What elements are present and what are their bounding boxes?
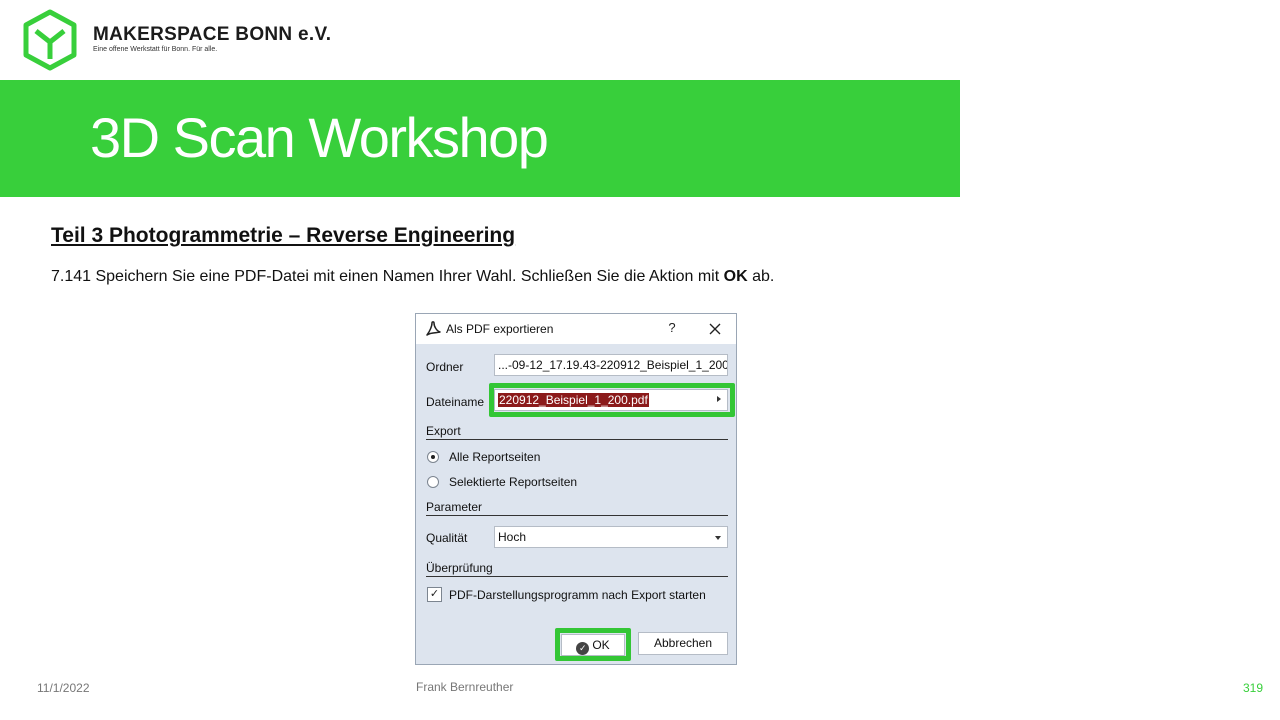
quality-select-value: Hoch (498, 530, 527, 544)
check-circle-icon: ✓ (576, 642, 590, 655)
brand-tagline: Eine offene Werkstatt für Bonn. Für alle… (93, 46, 218, 53)
ok-button-label: OK (592, 638, 610, 652)
open-viewer-checkbox[interactable]: ✓ (427, 587, 442, 602)
dialog-title: Als PDF exportieren (446, 322, 554, 336)
footer-author: Frank Bernreuther (416, 680, 514, 694)
brand-name: MAKERSPACE BONN e.V. (93, 24, 332, 45)
instruction-text-bold: OK (723, 268, 748, 285)
filename-input[interactable]: 220912_Beispiel_1_200.pdf (494, 389, 728, 411)
dialog-titlebar: Als PDF exportieren ? (416, 314, 736, 344)
instruction-text: 7.141 Speichern Sie eine PDF-Datei mit e… (51, 268, 774, 286)
radio-selected-pages[interactable] (427, 476, 439, 488)
slide-title: 3D Scan Workshop (90, 106, 549, 169)
quality-select[interactable]: Hoch (494, 526, 728, 548)
ok-button[interactable]: ✓ OK (561, 634, 625, 656)
folder-input[interactable]: ...-09-12_17.19.43-220912_Beispiel_1_200 (494, 354, 728, 376)
page-number: 319 (1243, 681, 1264, 695)
filename-selected-text: 220912_Beispiel_1_200.pdf (498, 393, 649, 407)
section-heading: Teil 3 Photogrammetrie – Reverse Enginee… (51, 224, 516, 247)
chevron-right-icon[interactable] (717, 396, 721, 402)
folder-label: Ordner (426, 360, 464, 374)
open-viewer-label[interactable]: PDF-Darstellungsprogramm nach Export sta… (449, 588, 706, 602)
close-icon[interactable] (704, 318, 726, 340)
instruction-text-start: 7.141 Speichern Sie eine PDF-Datei mit e… (51, 268, 724, 285)
export-group-label: Export (426, 424, 728, 440)
cancel-button[interactable]: Abbrechen (638, 632, 728, 655)
makerspace-logo-icon (23, 9, 77, 71)
parameter-group-label: Parameter (426, 500, 728, 516)
footer-date: 11/1/2022 (37, 681, 90, 695)
radio-selected-pages-label[interactable]: Selektierte Reportseiten (449, 475, 577, 489)
pdf-icon (426, 321, 441, 336)
filename-label: Dateiname (426, 395, 485, 409)
check-group-label: Überprüfung (426, 561, 728, 577)
title-banner: 3D Scan Workshop (0, 80, 960, 197)
chevron-down-icon[interactable] (715, 536, 721, 540)
radio-all-pages[interactable] (427, 451, 439, 463)
radio-all-pages-label[interactable]: Alle Reportseiten (449, 450, 540, 464)
quality-label: Qualität (426, 531, 468, 545)
help-button[interactable]: ? (662, 318, 682, 338)
export-pdf-dialog: Als PDF exportieren ? Ordner ...-09-12_1… (415, 313, 737, 665)
instruction-text-end: ab. (747, 268, 775, 285)
